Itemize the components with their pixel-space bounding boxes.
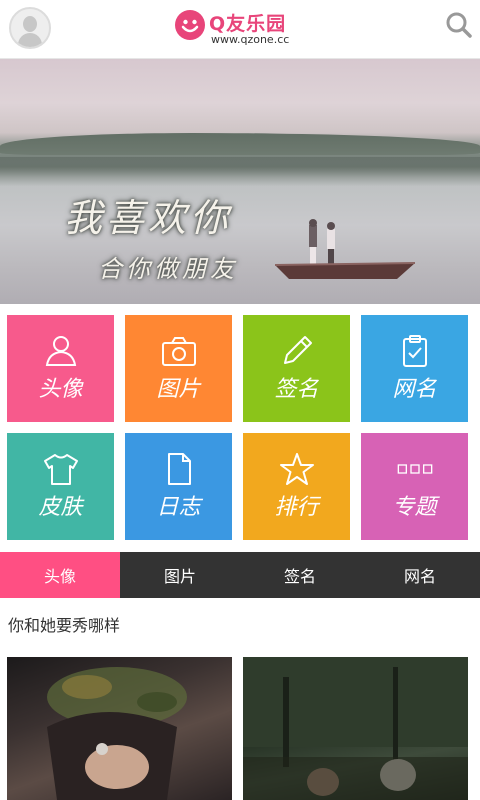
star-icon xyxy=(279,453,315,485)
tile-topics[interactable]: 专题 xyxy=(361,433,468,540)
tile-label: 排行 xyxy=(274,495,319,520)
tile-label: 网名 xyxy=(392,377,437,402)
app-logo: Q友乐园 www.qzone.cc xyxy=(175,9,315,49)
tile-label: 日志 xyxy=(156,495,201,520)
tile-label: 皮肤 xyxy=(38,495,83,520)
tile-skin[interactable]: 皮肤 xyxy=(7,433,114,540)
three-squares-icon xyxy=(397,453,433,485)
pencil-icon xyxy=(279,335,315,367)
camera-icon xyxy=(161,335,197,367)
tile-signature[interactable]: 签名 xyxy=(243,315,350,422)
banner-boat-illustration xyxy=(275,262,415,279)
banner-subline: 合你做朋友 xyxy=(98,255,238,283)
logo-url: www.qzone.cc xyxy=(211,33,290,46)
logo-title: Q友乐园 xyxy=(209,13,287,35)
promo-banner[interactable]: 我喜欢你 合你做朋友 xyxy=(0,59,480,304)
section-title: 你和她要秀哪样 xyxy=(8,616,121,635)
tab-pictures[interactable]: 图片 xyxy=(120,552,240,598)
document-icon xyxy=(161,453,197,485)
photo-thumbnail[interactable] xyxy=(7,657,232,800)
tab-signature[interactable]: 签名 xyxy=(240,552,360,598)
tile-label: 头像 xyxy=(38,377,83,402)
tshirt-icon xyxy=(43,453,79,485)
search-icon[interactable] xyxy=(444,10,474,40)
tab-nickname[interactable]: 网名 xyxy=(360,552,480,598)
tile-label: 签名 xyxy=(274,377,319,402)
tile-pictures[interactable]: 图片 xyxy=(125,315,232,422)
tile-label: 图片 xyxy=(156,377,201,402)
app-header: Q友乐园 www.qzone.cc xyxy=(0,0,480,59)
smiley-logo-icon xyxy=(175,10,205,40)
tile-ranking[interactable]: 排行 xyxy=(243,433,350,540)
banner-treeline xyxy=(0,133,480,155)
tab-avatar[interactable]: 头像 xyxy=(0,552,120,598)
user-outline-icon xyxy=(43,335,79,367)
tile-avatar[interactable]: 头像 xyxy=(7,315,114,422)
banner-headline: 我喜欢你 xyxy=(64,196,233,240)
tile-label: 专题 xyxy=(392,495,437,520)
tile-nickname[interactable]: 网名 xyxy=(361,315,468,422)
user-avatar-icon[interactable] xyxy=(9,7,51,49)
tile-diary[interactable]: 日志 xyxy=(125,433,232,540)
clipboard-check-icon xyxy=(397,335,433,367)
photo-thumbnail[interactable] xyxy=(243,657,468,800)
category-tabs: 头像 图片 签名 网名 xyxy=(0,552,480,598)
